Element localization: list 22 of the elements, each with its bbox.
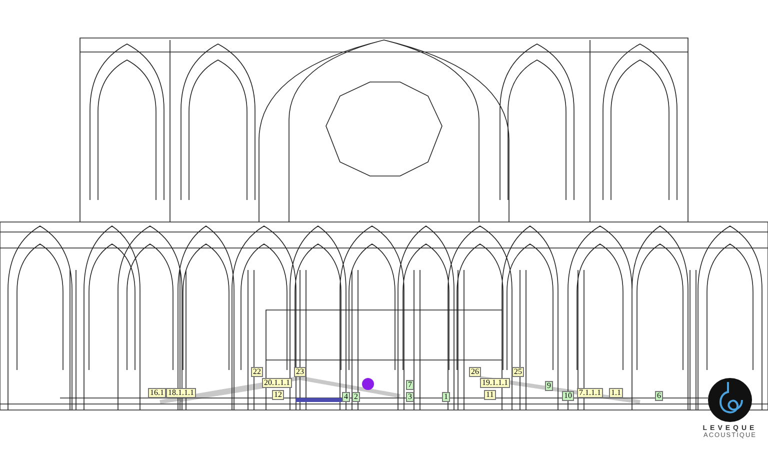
source-label[interactable]: 6 [655, 391, 663, 401]
source-label[interactable]: 2 [352, 392, 360, 402]
source-label[interactable]: 3 [406, 392, 414, 402]
logo-icon [708, 378, 752, 422]
source-label[interactable]: 7 [406, 380, 414, 390]
source-label[interactable]: 10 [562, 391, 574, 401]
receiver-label[interactable]: 20.1.1.1 [262, 378, 292, 388]
receiver-label[interactable]: 23 [294, 367, 306, 377]
receiver-label[interactable]: 12 [272, 390, 284, 400]
receiver-label[interactable]: 11 [484, 390, 496, 400]
receiver-label[interactable]: 7.1.1.1 [577, 388, 603, 398]
receiver-label[interactable]: 1.1 [609, 388, 623, 398]
receiver-label[interactable]: 26 [469, 367, 481, 377]
receiver-label[interactable]: 16.1 [148, 388, 166, 398]
receiver-label[interactable]: 22 [251, 367, 263, 377]
receiver-label[interactable]: 19.1.1.1 [480, 378, 510, 388]
receiver-label[interactable]: 25 [512, 367, 524, 377]
receiver-label[interactable]: 18.1.1.1 [166, 388, 196, 398]
source-label[interactable]: 9 [545, 381, 553, 391]
source-label[interactable]: 4 [342, 392, 350, 402]
source-label[interactable]: 1 [442, 392, 450, 402]
sound-source-dot-icon [362, 378, 374, 390]
